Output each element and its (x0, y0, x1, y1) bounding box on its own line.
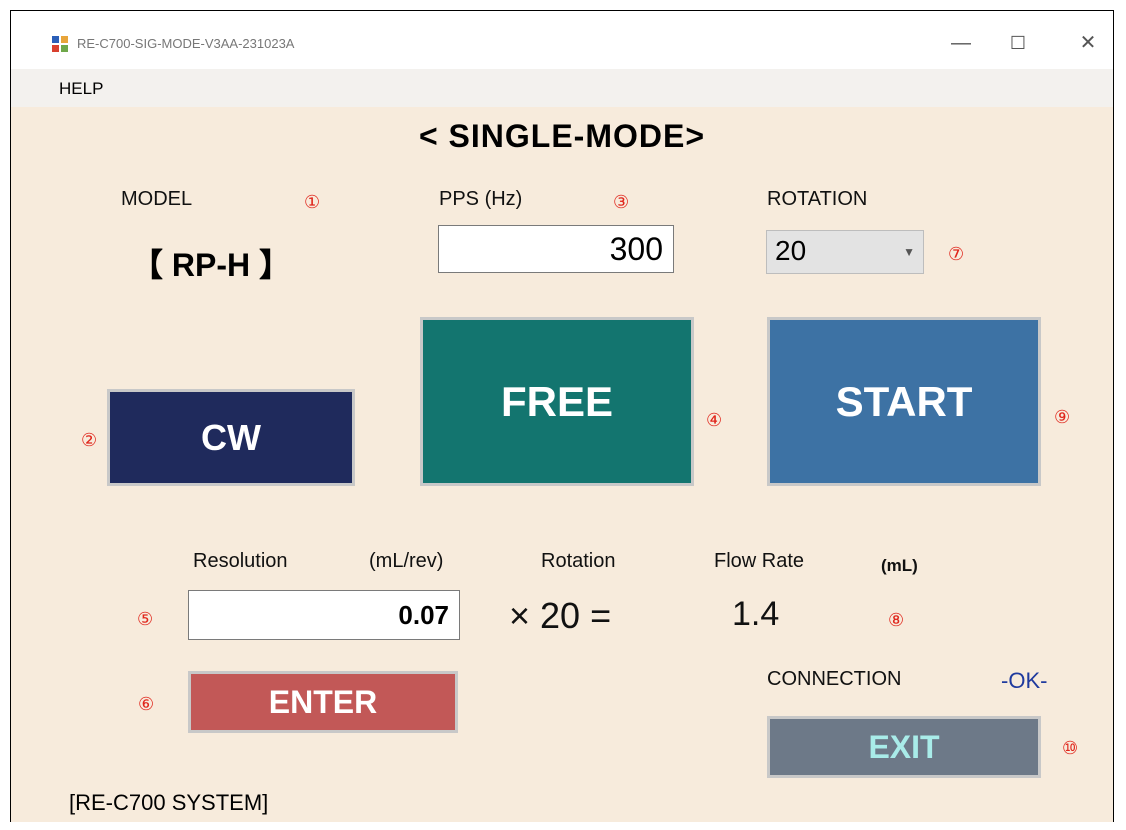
marker-start: ⑨ (1054, 407, 1071, 427)
rotation-select-value: 20 (775, 235, 807, 266)
resolution-input[interactable]: 0.07 (188, 590, 460, 640)
flow-rate-value: 1.4 (732, 595, 780, 633)
marker-enter: ⑥ (138, 694, 155, 714)
cw-button[interactable]: CW (107, 389, 355, 486)
marker-cw: ② (81, 430, 98, 450)
marker-flow: ⑧ (888, 610, 905, 630)
resolution-label: Resolution (193, 550, 288, 572)
close-button[interactable]: ✕ (1068, 25, 1108, 61)
rotation-label: ROTATION (767, 188, 868, 210)
pps-label: PPS (Hz) (439, 188, 523, 210)
enter-button[interactable]: ENTER (188, 671, 458, 733)
multiplier-text: × 20 = (509, 595, 612, 636)
start-button[interactable]: START (767, 317, 1041, 486)
flow-rate-label: Flow Rate (714, 550, 805, 572)
connection-status: -OK- (1001, 668, 1048, 693)
pps-input[interactable]: 300 (438, 225, 674, 273)
system-label: [RE-C700 SYSTEM] (69, 790, 269, 815)
marker-rotation: ⑦ (948, 244, 965, 264)
marker-pps: ③ (613, 192, 630, 212)
menu-bar: HELP (11, 69, 1113, 107)
marker-model: ① (304, 192, 321, 212)
minimize-button[interactable]: — (941, 25, 981, 61)
resolution-unit: (mL/rev) (369, 550, 444, 572)
free-button[interactable]: FREE (420, 317, 694, 486)
exit-button[interactable]: EXIT (767, 716, 1041, 778)
maximize-button[interactable]: ☐ (998, 25, 1038, 61)
connection-label: CONNECTION (767, 668, 902, 690)
marker-free: ④ (706, 410, 723, 430)
model-value: 【 RP-H 】 (131, 247, 292, 283)
menu-help[interactable]: HELP (59, 79, 103, 99)
model-label: MODEL (121, 188, 193, 210)
rotation-select[interactable]: 20 ▼ (766, 230, 924, 274)
window-title: RE-C700-SIG-MODE-V3AA-231023A (77, 36, 295, 51)
marker-resolution: ⑤ (137, 609, 154, 629)
app-window: RE-C700-SIG-MODE-V3AA-231023A — ☐ ✕ HELP… (10, 10, 1114, 822)
marker-exit: ⑩ (1062, 738, 1079, 758)
title-bar: RE-C700-SIG-MODE-V3AA-231023A — ☐ ✕ (11, 11, 1113, 69)
flow-rate-unit: (mL) (881, 556, 918, 575)
rotation-calc-label: Rotation (541, 550, 616, 572)
app-icon (51, 35, 69, 53)
chevron-down-icon: ▼ (903, 245, 915, 259)
page-title: < SINGLE-MODE> (418, 118, 706, 154)
